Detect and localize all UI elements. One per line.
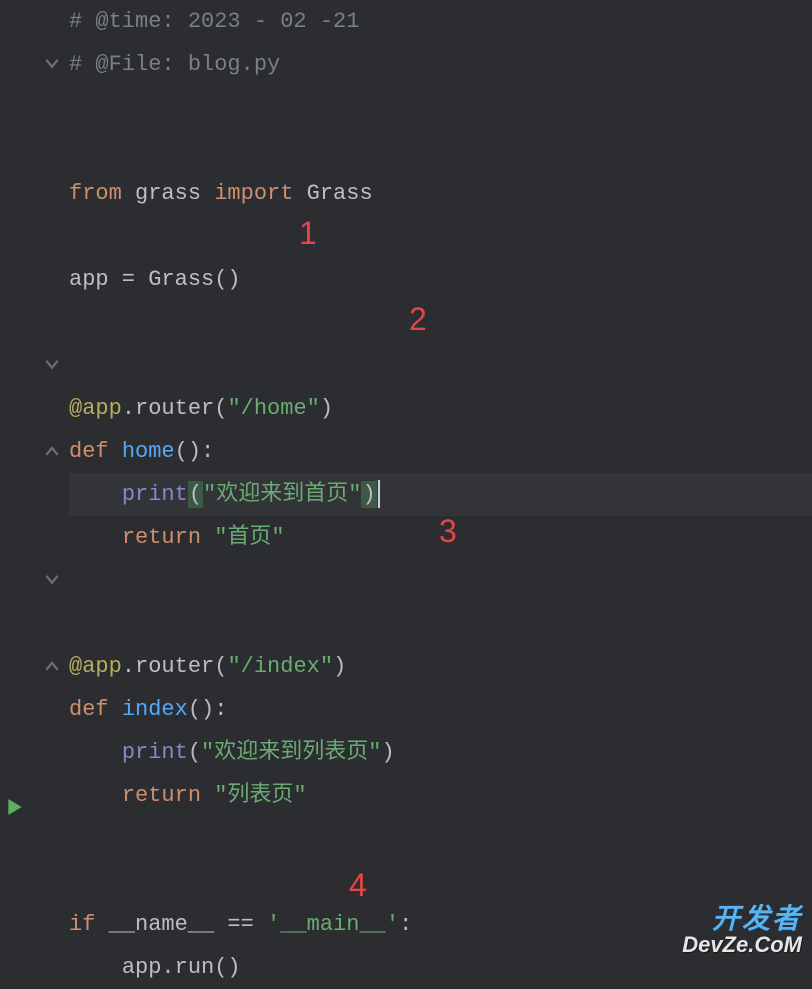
keyword: return bbox=[122, 783, 201, 808]
code-line[interactable]: def home(): bbox=[69, 430, 812, 473]
code-line[interactable]: from grass import Grass bbox=[69, 172, 812, 215]
string: "列表页" bbox=[214, 783, 306, 808]
keyword: from bbox=[69, 181, 122, 206]
keyword: def bbox=[69, 439, 109, 464]
operator: == bbox=[214, 912, 267, 937]
method: .router bbox=[122, 654, 214, 679]
call: Grass bbox=[148, 267, 214, 292]
variable: app bbox=[69, 267, 109, 292]
string: "欢迎来到首页" bbox=[203, 482, 361, 507]
paren: ( bbox=[188, 740, 201, 765]
string: "欢迎来到列表页" bbox=[201, 740, 381, 765]
fold-icon[interactable] bbox=[42, 442, 62, 462]
string: "首页" bbox=[214, 525, 284, 550]
paren: ) bbox=[320, 396, 333, 421]
matched-paren: ( bbox=[188, 481, 203, 508]
code-line[interactable] bbox=[69, 860, 812, 903]
code-line[interactable]: print("欢迎来到列表页") bbox=[69, 731, 812, 774]
code-line[interactable]: app.run() bbox=[69, 946, 812, 989]
code-line[interactable]: app = Grass() bbox=[69, 258, 812, 301]
string: '__main__' bbox=[267, 912, 399, 937]
keyword: def bbox=[69, 697, 109, 722]
paren: ( bbox=[214, 396, 227, 421]
parens: () bbox=[214, 267, 240, 292]
indent bbox=[69, 482, 122, 507]
string: "/index" bbox=[227, 654, 333, 679]
decorator: @app bbox=[69, 396, 122, 421]
code-line[interactable]: # @time: 2023 - 02 -21 bbox=[69, 0, 812, 43]
annotation-number: 3 bbox=[439, 510, 457, 553]
code-line[interactable] bbox=[69, 301, 812, 344]
code-line[interactable] bbox=[69, 86, 812, 129]
indent bbox=[69, 740, 122, 765]
fold-icon[interactable] bbox=[42, 355, 62, 375]
parens: (): bbox=[175, 439, 215, 464]
function-name: home bbox=[122, 439, 175, 464]
builtin-call: print bbox=[122, 740, 188, 765]
annotation-number: 1 bbox=[299, 212, 317, 255]
fold-icon[interactable] bbox=[42, 570, 62, 590]
code-line[interactable]: return "列表页" bbox=[69, 774, 812, 817]
code-line[interactable]: # @File: blog.py bbox=[69, 43, 812, 86]
annotation-number: 4 bbox=[349, 864, 367, 907]
decorator: @app bbox=[69, 654, 122, 679]
comment-text: # @time: 2023 - 02 -21 bbox=[69, 9, 359, 34]
method: .router bbox=[122, 396, 214, 421]
keyword: if bbox=[69, 912, 95, 937]
code-line[interactable] bbox=[69, 817, 812, 860]
class-name: Grass bbox=[307, 181, 373, 206]
paren: ) bbox=[333, 654, 346, 679]
function-name: index bbox=[122, 697, 188, 722]
builtin-call: print bbox=[122, 482, 188, 507]
operator: = bbox=[109, 267, 149, 292]
paren: ) bbox=[381, 740, 394, 765]
paren: ( bbox=[214, 654, 227, 679]
identifier bbox=[122, 181, 135, 206]
annotation-number: 2 bbox=[409, 298, 427, 341]
keyword: import bbox=[214, 181, 293, 206]
code-line[interactable] bbox=[69, 559, 812, 602]
run-icon[interactable] bbox=[5, 797, 25, 817]
fold-icon[interactable] bbox=[42, 657, 62, 677]
code-line[interactable]: @app.router("/index") bbox=[69, 645, 812, 688]
code-line[interactable] bbox=[69, 602, 812, 645]
code-editor[interactable]: # @time: 2023 - 02 -21 # @File: blog.py … bbox=[0, 0, 812, 962]
colon: : bbox=[399, 912, 412, 937]
indent bbox=[69, 955, 122, 980]
object: app bbox=[122, 955, 162, 980]
indent bbox=[69, 783, 122, 808]
parens: (): bbox=[188, 697, 228, 722]
code-line[interactable] bbox=[69, 344, 812, 387]
code-line[interactable] bbox=[69, 215, 812, 258]
code-line[interactable]: @app.router("/home") bbox=[69, 387, 812, 430]
indent bbox=[69, 525, 122, 550]
string: "/home" bbox=[227, 396, 319, 421]
code-line[interactable] bbox=[69, 129, 812, 172]
module-name: grass bbox=[135, 181, 201, 206]
fold-icon[interactable] bbox=[42, 54, 62, 74]
gutter bbox=[0, 0, 65, 962]
comment-text: # @File: blog.py bbox=[69, 52, 280, 77]
code-line[interactable]: if __name__ == '__main__': bbox=[69, 903, 812, 946]
method-call: .run() bbox=[161, 955, 240, 980]
code-line[interactable]: def index(): bbox=[69, 688, 812, 731]
text-cursor bbox=[378, 480, 380, 508]
matched-paren: ) bbox=[361, 481, 376, 508]
keyword: return bbox=[122, 525, 201, 550]
code-area[interactable]: # @time: 2023 - 02 -21 # @File: blog.py … bbox=[65, 0, 812, 962]
dunder: __name__ bbox=[109, 912, 215, 937]
